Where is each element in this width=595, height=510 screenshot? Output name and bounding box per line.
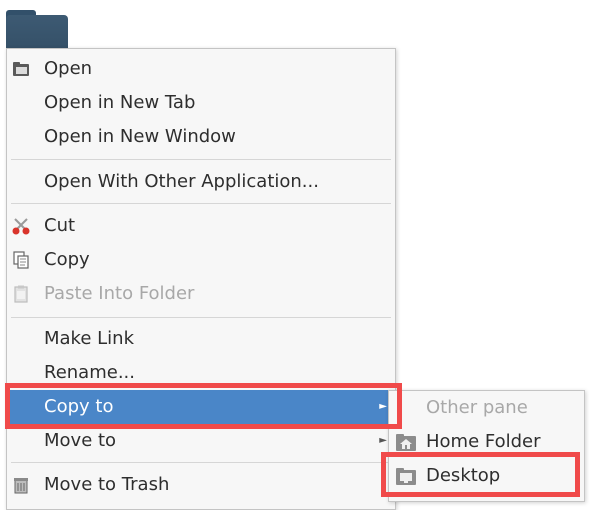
home-folder-icon: [396, 434, 416, 451]
submenu-item-label: Home Folder: [426, 431, 541, 452]
scissors-icon: [12, 218, 30, 235]
submenu-item-home-folder[interactable]: Home Folder: [389, 425, 584, 459]
menu-item-copy-to[interactable]: Copy to ►: [7, 390, 395, 424]
menu-item-copy[interactable]: Copy: [7, 243, 395, 277]
menu-separator: [11, 159, 391, 160]
menu-separator: [11, 203, 391, 204]
menu-item-open-with-other-application[interactable]: Open With Other Application...: [7, 165, 395, 199]
submenu-arrow-icon: ►: [379, 435, 387, 446]
menu-item-cut[interactable]: Cut: [7, 209, 395, 243]
copy-icon: [13, 251, 29, 269]
menu-separator: [11, 317, 391, 318]
open-icon: [13, 62, 29, 76]
menu-item-make-link[interactable]: Make Link: [7, 322, 395, 356]
menu-item-move-to[interactable]: Move to ►: [7, 424, 395, 458]
menu-item-label: Cut: [44, 215, 76, 236]
trash-icon: [14, 478, 28, 494]
menu-item-label: Rename...: [44, 362, 135, 383]
menu-item-label: Copy: [44, 249, 90, 270]
menu-item-open-in-new-window[interactable]: Open in New Window: [7, 120, 395, 154]
menu-item-label: Move to: [44, 430, 117, 451]
submenu-arrow-icon: ►: [379, 401, 387, 412]
menu-item-open-in-new-tab[interactable]: Open in New Tab: [7, 86, 395, 120]
menu-item-open[interactable]: Open: [7, 52, 395, 86]
menu-item-label: Copy to: [44, 396, 114, 417]
menu-item-label: Open in New Tab: [44, 92, 196, 113]
submenu-item-desktop[interactable]: Desktop: [389, 459, 584, 493]
context-menu: Open Open in New Tab Open in New Window …: [6, 48, 396, 510]
menu-item-label: Paste Into Folder: [44, 283, 195, 304]
desktop-folder-icon: [396, 468, 416, 485]
menu-item-label: Make Link: [44, 328, 134, 349]
menu-item-label: Open: [44, 58, 93, 79]
clipboard-icon: [14, 285, 28, 303]
copy-to-submenu: Other pane Home Folder Desktop: [388, 390, 585, 502]
menu-item-label: Open in New Window: [44, 126, 236, 147]
menu-separator: [11, 462, 391, 463]
menu-item-paste-into-folder: Paste Into Folder: [7, 277, 395, 311]
menu-item-label: Open With Other Application...: [44, 171, 319, 192]
menu-item-rename[interactable]: Rename...: [7, 356, 395, 390]
submenu-item-other-pane: Other pane: [389, 391, 584, 425]
submenu-item-label: Other pane: [426, 397, 528, 418]
submenu-item-label: Desktop: [426, 465, 501, 486]
